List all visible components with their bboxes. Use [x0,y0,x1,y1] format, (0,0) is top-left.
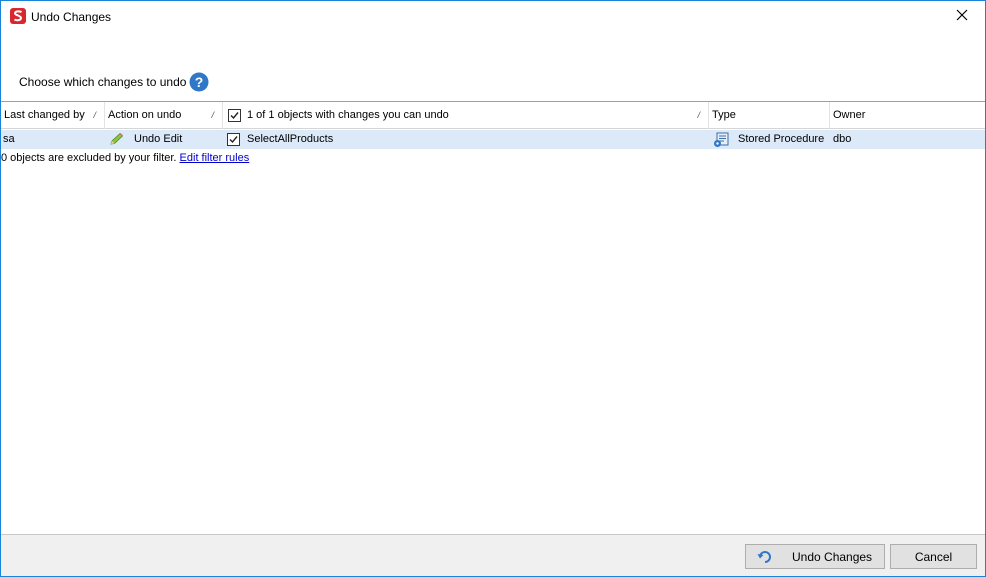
cell-action: Undo Edit [134,133,183,145]
select-all-checkbox[interactable] [228,109,241,122]
column-label: Owner [833,109,866,121]
dialog-footer: Undo Changes Cancel [1,534,985,576]
undo-changes-dialog: Undo Changes Choose which changes to und… [0,0,986,577]
cancel-label: Cancel [914,549,953,564]
cell-object-name: SelectAllProducts [247,133,334,145]
column-header-action-on-undo[interactable]: Action on undo / [105,102,223,129]
close-button[interactable] [939,1,985,32]
window-title: Undo Changes [31,10,112,24]
changes-grid: Last changed by / Action on undo / 1 of … [1,101,985,534]
column-label: Action on undo [108,109,182,121]
edit-filter-rules-link[interactable]: Edit filter rules [180,152,250,164]
svg-text:?: ? [195,74,204,90]
close-icon [956,9,968,24]
column-header-type[interactable]: Type [709,102,830,129]
instruction-text: Choose which changes to undo [19,75,187,89]
column-header-owner[interactable]: Owner [830,102,985,129]
cancel-button[interactable]: Cancel [890,544,977,569]
row-checkbox[interactable] [227,133,240,146]
column-header-last-changed-by[interactable]: Last changed by / [1,102,105,129]
undo-changes-label: Undo Changes [792,549,873,564]
column-label: Type [712,109,736,121]
undo-changes-button[interactable]: Undo Changes [745,544,885,569]
sort-icon: / [93,110,96,120]
help-icon[interactable]: ? [189,72,209,92]
sort-icon: / [211,110,214,120]
undo-icon [757,549,773,565]
cell-owner: dbo [833,133,852,145]
table-row[interactable]: sa Undo Edit SelectAllProducts Stored Pr… [1,130,985,149]
title-bar: Undo Changes [1,1,985,32]
stored-procedure-icon [713,132,729,148]
column-header-objects[interactable]: 1 of 1 objects with changes you can undo… [223,102,709,129]
filter-note: 0 objects are excluded by your filter. E… [1,151,249,165]
sort-icon: / [697,110,700,120]
redgate-logo-icon [10,8,26,24]
cell-last-changed-by: sa [3,133,15,145]
cell-type: Stored Procedure [738,133,825,145]
grid-header: Last changed by / Action on undo / 1 of … [1,102,985,129]
column-label: 1 of 1 objects with changes you can undo [247,109,449,121]
pencil-icon [109,132,125,146]
column-label: Last changed by [4,109,85,121]
filter-note-text: 0 objects are excluded by your filter. [1,152,177,164]
